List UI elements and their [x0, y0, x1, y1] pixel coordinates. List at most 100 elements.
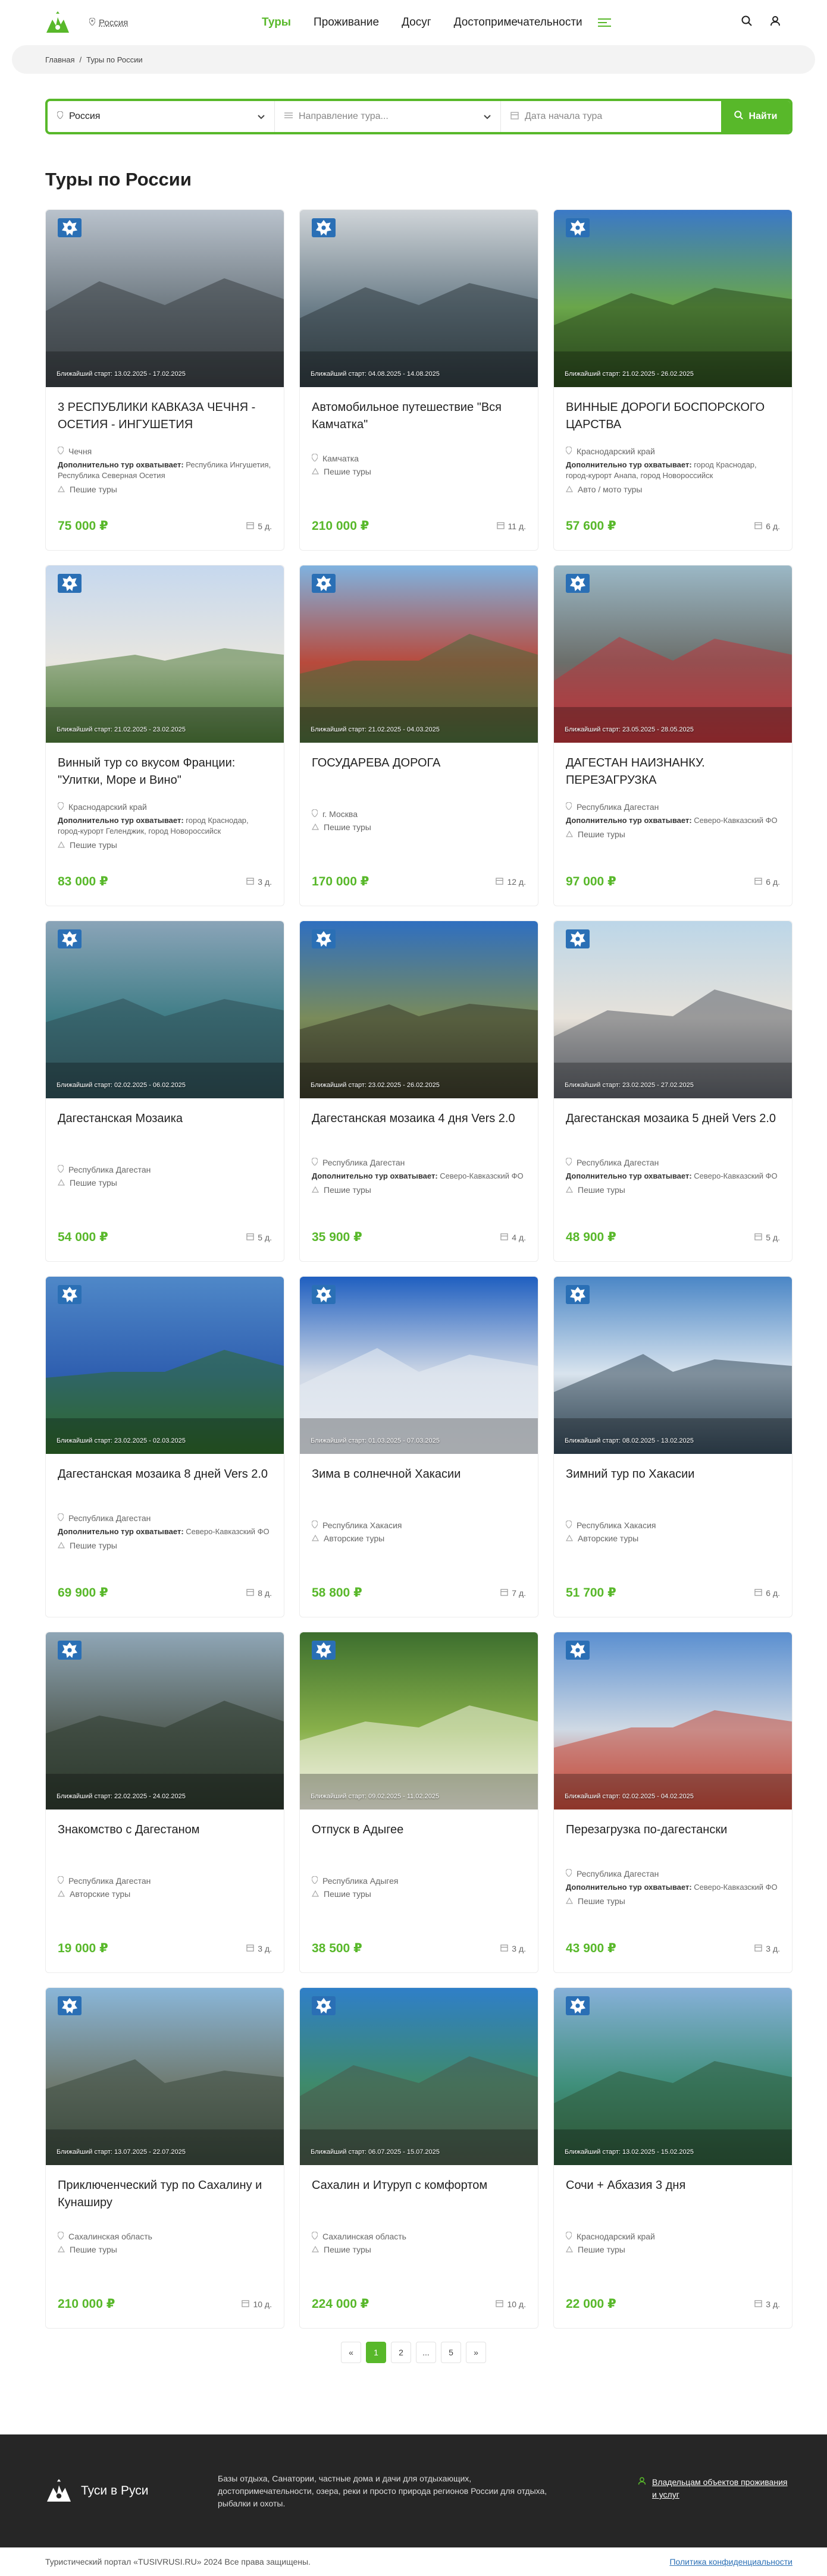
- tour-title[interactable]: ВИННЫЕ ДОРОГИ БОСПОРСКОГО ЦАРСТВА: [566, 399, 780, 435]
- tour-card[interactable]: Ближайший старт: 23.02.2025 - 26.02.2025…: [299, 921, 538, 1262]
- chevron-down-icon: [258, 112, 265, 122]
- tour-title[interactable]: Отпуск в Адыгее: [312, 1821, 526, 1857]
- tour-extra: Дополнительно тур охватывает: Северо-Кав…: [566, 1883, 778, 1892]
- tour-title[interactable]: Дагестанская Мозаика: [58, 1110, 272, 1146]
- nav-leisure[interactable]: Досуг: [402, 16, 431, 29]
- tour-card[interactable]: Ближайший старт: 01.03.2025 - 07.03.2025…: [299, 1276, 538, 1617]
- nav-tours[interactable]: Туры: [262, 16, 291, 29]
- tour-image[interactable]: Ближайший старт: 23.02.2025 - 02.03.2025: [46, 1277, 284, 1454]
- tour-card[interactable]: Ближайший старт: 13.07.2025 - 22.07.2025…: [45, 1987, 284, 2329]
- tour-card[interactable]: Ближайший старт: 21.02.2025 - 26.02.2025…: [553, 209, 792, 551]
- pagination: «1 2... 5»: [0, 2342, 827, 2363]
- user-icon[interactable]: [770, 15, 781, 29]
- hiking-icon: [311, 1534, 319, 1543]
- breadcrumb-home[interactable]: Главная: [45, 55, 74, 64]
- tour-title[interactable]: ГОСУДАРЕВА ДОРОГА: [312, 755, 526, 790]
- tour-start-date: Ближайший старт: 13.02.2025 - 17.02.2025: [57, 370, 186, 378]
- tour-title[interactable]: Зима в солнечной Хакасии: [312, 1466, 526, 1501]
- site-logo[interactable]: [45, 9, 74, 36]
- hiking-icon: [311, 2245, 319, 2254]
- page-button[interactable]: 2: [391, 2342, 411, 2363]
- tour-title[interactable]: Сочи + Абхазия 3 дня: [566, 2177, 780, 2213]
- tour-duration: 3 д.: [246, 1944, 272, 1953]
- hiking-icon: [565, 1896, 574, 1906]
- hiking-icon: [565, 485, 574, 494]
- tour-image[interactable]: Ближайший старт: 23.02.2025 - 27.02.2025: [554, 921, 792, 1098]
- tour-title[interactable]: 3 РЕСПУБЛИКИ КАВКАЗА ЧЕЧНЯ - ОСЕТИЯ - ИН…: [58, 399, 272, 435]
- tour-image[interactable]: Ближайший старт: 06.07.2025 - 15.07.2025: [300, 1988, 538, 2165]
- calendar-icon: [510, 111, 519, 122]
- nav-sights[interactable]: Достопримечательности: [454, 16, 582, 29]
- tour-image[interactable]: Ближайший старт: 13.02.2025 - 17.02.2025: [46, 210, 284, 387]
- tour-card[interactable]: Ближайший старт: 04.08.2025 - 14.08.2025…: [299, 209, 538, 551]
- direction-select[interactable]: Направление тура...: [275, 101, 501, 132]
- tour-image[interactable]: Ближайший старт: 23.05.2025 - 28.05.2025: [554, 566, 792, 743]
- tour-card[interactable]: Ближайший старт: 08.02.2025 - 13.02.2025…: [553, 1276, 792, 1617]
- tour-card[interactable]: Ближайший старт: 02.02.2025 - 06.02.2025…: [45, 921, 284, 1262]
- tour-title[interactable]: Автомобильное путешествие "Вся Камчатка": [312, 399, 526, 435]
- tour-image[interactable]: Ближайший старт: 01.03.2025 - 07.03.2025: [300, 1277, 538, 1454]
- tour-title[interactable]: ДАГЕСТАН НАИЗНАНКУ. ПЕРЕЗАГРУЗКА: [566, 755, 780, 790]
- tour-title[interactable]: Перезагрузка по-дагестански: [566, 1821, 780, 1857]
- tour-card[interactable]: Ближайший старт: 13.02.2025 - 17.02.2025…: [45, 209, 284, 551]
- tour-image[interactable]: Ближайший старт: 02.02.2025 - 06.02.2025: [46, 921, 284, 1098]
- tour-card[interactable]: Ближайший старт: 23.05.2025 - 28.05.2025…: [553, 565, 792, 906]
- tour-image[interactable]: Ближайший старт: 22.02.2025 - 24.02.2025: [46, 1632, 284, 1810]
- tour-image[interactable]: Ближайший старт: 21.02.2025 - 26.02.2025: [554, 210, 792, 387]
- tour-image[interactable]: Ближайший старт: 08.02.2025 - 13.02.2025: [554, 1277, 792, 1454]
- menu-icon[interactable]: [597, 18, 611, 27]
- tour-card[interactable]: Ближайший старт: 06.07.2025 - 15.07.2025…: [299, 1987, 538, 2329]
- calendar-icon: [242, 2299, 250, 2309]
- tour-image[interactable]: Ближайший старт: 13.07.2025 - 22.07.2025: [46, 1988, 284, 2165]
- page-button[interactable]: ...: [416, 2342, 436, 2363]
- tour-title[interactable]: Приключенческий тур по Сахалину и Кунаши…: [58, 2177, 272, 2213]
- tour-grid: Ближайший старт: 13.02.2025 - 17.02.2025…: [45, 209, 792, 2329]
- tour-card[interactable]: Ближайший старт: 21.02.2025 - 23.02.2025…: [45, 565, 284, 906]
- tour-title[interactable]: Дагестанская мозаика 8 дней Vers 2.0: [58, 1466, 272, 1501]
- tour-region: Республика Дагестан: [565, 1157, 780, 1167]
- footer-brand[interactable]: Туси в Руси: [45, 2479, 212, 2503]
- region-select[interactable]: Россия: [48, 101, 275, 132]
- tour-title[interactable]: Сахалин и Итуруп с комфортом: [312, 2177, 526, 2213]
- pin-icon: [57, 802, 64, 812]
- page-button[interactable]: 1: [366, 2342, 386, 2363]
- privacy-policy-link[interactable]: Политика конфиденциальности: [669, 2557, 792, 2566]
- tour-start-date: Ближайший старт: 23.02.2025 - 26.02.2025: [311, 1082, 440, 1089]
- crest-icon: [312, 1996, 336, 2015]
- tour-type: Авто / мото туры: [565, 485, 780, 494]
- owners-link[interactable]: Владельцам объектов проживания и услуг: [638, 2476, 792, 2501]
- tour-card[interactable]: Ближайший старт: 21.02.2025 - 04.03.2025…: [299, 565, 538, 906]
- calendar-icon: [496, 522, 505, 531]
- tour-price: 58 800 ₽: [312, 1586, 362, 1600]
- tour-card[interactable]: Ближайший старт: 02.02.2025 - 04.02.2025…: [553, 1632, 792, 1973]
- tour-title[interactable]: Зимний тур по Хакасии: [566, 1466, 780, 1501]
- search-button[interactable]: Найти: [721, 101, 790, 132]
- location-selector[interactable]: Россия: [89, 17, 128, 28]
- prev-page-button[interactable]: «: [341, 2342, 361, 2363]
- nav-accommodation[interactable]: Проживание: [314, 16, 379, 29]
- calendar-icon: [754, 522, 762, 531]
- tour-image[interactable]: Ближайший старт: 21.02.2025 - 04.03.2025: [300, 566, 538, 743]
- tour-title[interactable]: Знакомство с Дагестаном: [58, 1821, 272, 1857]
- tour-title[interactable]: Винный тур со вкусом Франции: "Улитки, М…: [58, 755, 272, 790]
- page-button[interactable]: 5: [441, 2342, 461, 2363]
- tour-card[interactable]: Ближайший старт: 09.02.2025 - 11.02.2025…: [299, 1632, 538, 1973]
- tour-type: Пешие туры: [311, 1889, 526, 1899]
- tour-image[interactable]: Ближайший старт: 13.02.2025 - 15.02.2025: [554, 1988, 792, 2165]
- tour-title[interactable]: Дагестанская мозаика 5 дней Vers 2.0: [566, 1110, 780, 1146]
- tour-card[interactable]: Ближайший старт: 23.02.2025 - 02.03.2025…: [45, 1276, 284, 1617]
- tour-card[interactable]: Ближайший старт: 13.02.2025 - 15.02.2025…: [553, 1987, 792, 2329]
- crest-icon: [566, 218, 590, 237]
- tour-duration: 3 д.: [754, 1944, 780, 1953]
- tour-card[interactable]: Ближайший старт: 22.02.2025 - 24.02.2025…: [45, 1632, 284, 1973]
- tour-image[interactable]: Ближайший старт: 09.02.2025 - 11.02.2025: [300, 1632, 538, 1810]
- tour-image[interactable]: Ближайший старт: 21.02.2025 - 23.02.2025: [46, 566, 284, 743]
- tour-card[interactable]: Ближайший старт: 23.02.2025 - 27.02.2025…: [553, 921, 792, 1262]
- search-icon[interactable]: [741, 15, 752, 29]
- tour-image[interactable]: Ближайший старт: 23.02.2025 - 26.02.2025: [300, 921, 538, 1098]
- tour-title[interactable]: Дагестанская мозаика 4 дня Vers 2.0: [312, 1110, 526, 1146]
- tour-image[interactable]: Ближайший старт: 02.02.2025 - 04.02.2025: [554, 1632, 792, 1810]
- date-input[interactable]: Дата начала тура: [501, 101, 721, 132]
- next-page-button[interactable]: »: [466, 2342, 486, 2363]
- tour-image[interactable]: Ближайший старт: 04.08.2025 - 14.08.2025: [300, 210, 538, 387]
